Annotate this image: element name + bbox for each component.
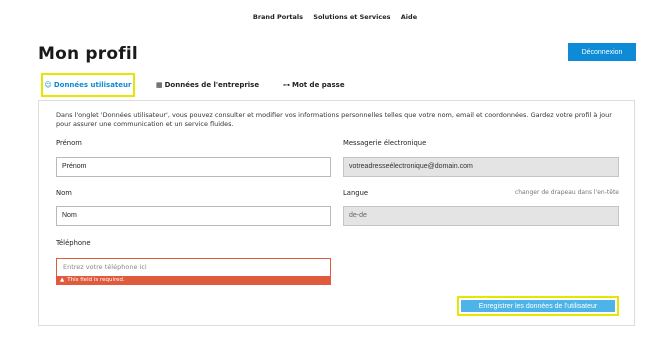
language-field: de-de (343, 206, 619, 226)
save-user-data-button[interactable]: Enregistrer les données de l'utilisateur (461, 300, 615, 312)
first-name-input[interactable]: Prénom (56, 157, 331, 177)
phone-input[interactable]: Entrez votre téléphone ici (56, 258, 331, 276)
user-icon: ☺ (44, 81, 52, 89)
nav-solutions-services[interactable]: Solutions et Services (313, 13, 390, 21)
tab-company-data-label: Données de l'entreprise (164, 81, 260, 89)
email-field: votreadresseélectronique@domain.com (343, 157, 619, 177)
language-hint: changer de drapeau dans l'en-tête (514, 189, 619, 196)
last-name-input[interactable]: Nom (56, 206, 331, 226)
tab-user-data[interactable]: ☺ Données utilisateur (41, 73, 135, 97)
top-navigation: Brand Portals Solutions et Services Aide (0, 13, 670, 21)
intro-text: Dans l'onglet 'Données utilisateur', vou… (56, 111, 612, 128)
building-icon: ▦ (156, 81, 163, 89)
language-label: Langue (343, 189, 369, 197)
warning-icon: ▲ (60, 277, 65, 283)
email-label: Messagerie électronique (343, 139, 427, 147)
nav-help[interactable]: Aide (401, 13, 417, 21)
tab-company-data[interactable]: ▦ Données de l'entreprise (156, 74, 259, 96)
save-button-highlight: Enregistrer les données de l'utilisateur (457, 296, 619, 316)
tab-password-label: Mot de passe (292, 81, 345, 89)
tab-user-data-label: Données utilisateur (53, 81, 132, 89)
phone-error-text: This field is required. (67, 277, 125, 283)
last-name-label: Nom (56, 189, 72, 197)
phone-label: Téléphone (56, 239, 91, 247)
phone-error-message: ▲ This field is required. (56, 276, 331, 285)
first-name-label: Prénom (56, 139, 82, 147)
key-icon: ⊶ (283, 81, 290, 89)
tab-password[interactable]: ⊶ Mot de passe (283, 74, 345, 96)
nav-brand-portals[interactable]: Brand Portals (253, 13, 303, 21)
page-title: Mon profil (38, 44, 138, 64)
logout-button[interactable]: Déconnexion (568, 43, 636, 61)
